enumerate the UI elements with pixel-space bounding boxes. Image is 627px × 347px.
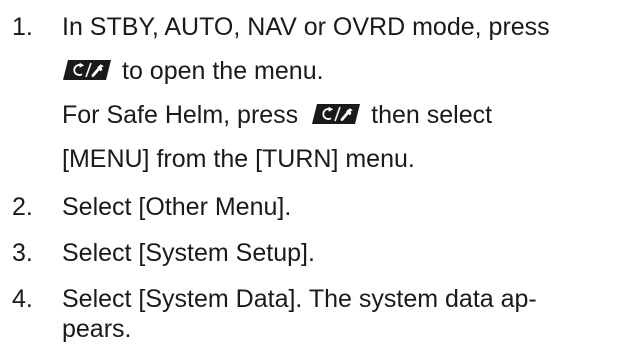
step-text: Select [Other Menu]. xyxy=(62,193,292,221)
note-text: For Safe Helm, press then select xyxy=(62,100,492,130)
note-text: [MENU] from the [TURN] menu. xyxy=(62,145,415,173)
step-text: Select [System Setup]. xyxy=(62,239,315,267)
step-text-continued: pears. xyxy=(62,315,132,343)
menu-wrench-key-icon xyxy=(311,103,361,125)
step-number: 4. xyxy=(12,285,33,313)
note-text-before-key: For Safe Helm, press xyxy=(62,101,299,129)
note-text-after-key: then select xyxy=(371,101,493,129)
instruction-list: 1. In STBY, AUTO, NAV or OVRD mode, pres… xyxy=(0,0,627,347)
step-number: 2. xyxy=(12,193,33,221)
menu-wrench-key-icon xyxy=(62,59,112,81)
step-text: Select [System Data]. The system data ap… xyxy=(62,285,537,313)
step-number: 1. xyxy=(12,13,33,41)
step-text: to open the menu. xyxy=(122,57,324,85)
step-number: 3. xyxy=(12,239,33,267)
step-text: In STBY, AUTO, NAV or OVRD mode, press xyxy=(62,13,550,41)
step-text-continued: to open the menu. xyxy=(62,56,324,86)
